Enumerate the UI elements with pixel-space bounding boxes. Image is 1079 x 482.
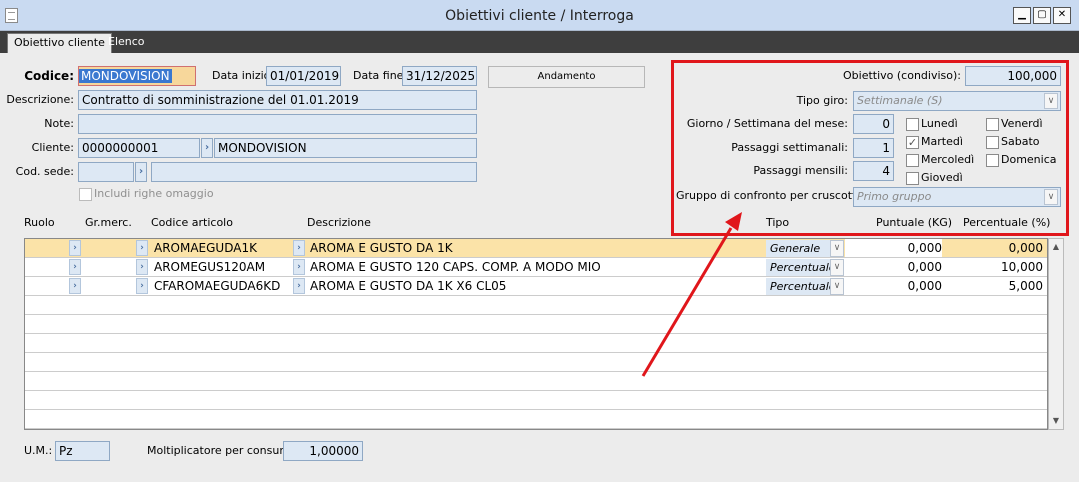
um-field: Pz <box>55 441 110 461</box>
annotation-arrow <box>641 212 742 377</box>
um-label: U.M.: <box>24 444 53 457</box>
moltiplicatore-field: 1,00000 <box>283 441 363 461</box>
moltiplicatore-label: Moltiplicatore per consumo: <box>147 444 301 457</box>
